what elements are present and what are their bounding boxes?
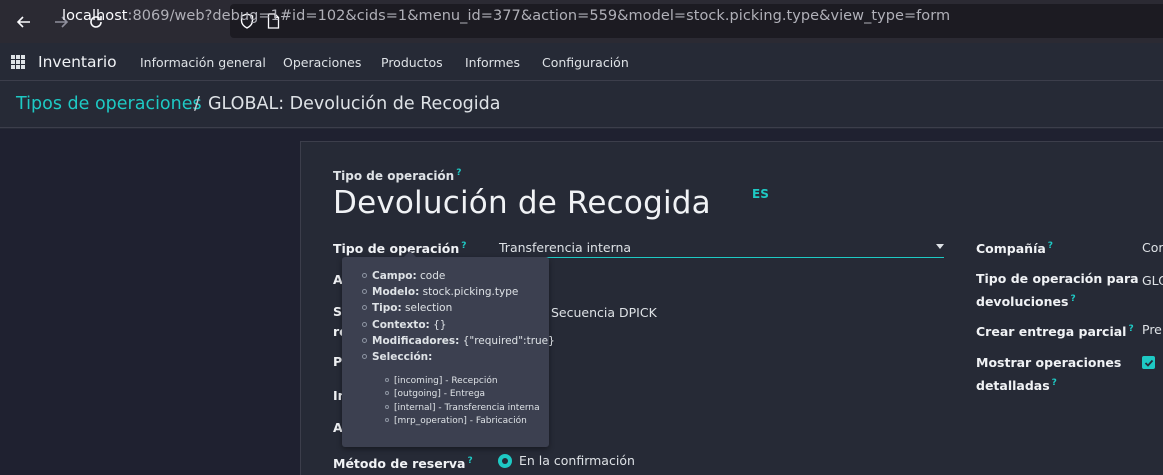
tooltip-key: Campo: — [372, 270, 417, 282]
tooltip-key: Modelo: — [372, 286, 420, 298]
tooltip-row: Tipo: selection — [362, 302, 452, 314]
reserve-value[interactable]: En la confirmación — [519, 453, 635, 468]
operation-type-label: Tipo de operación? — [333, 236, 467, 259]
company-label-text: Compañía — [976, 241, 1046, 257]
tooltip-key: Tipo: — [372, 302, 402, 314]
help-mark[interactable]: ? — [1052, 378, 1057, 388]
tooltip-option: [internal] - Transferencia interna — [385, 403, 540, 413]
browser-toolbar: localhost:8069/web?debug=1#id=102&cids=1… — [0, 0, 1163, 43]
tooltip-row: Contexto: {} — [362, 319, 446, 331]
tooltip-row: Campo: code — [362, 270, 445, 282]
partial-delivery-label: Crear entrega parcial? — [976, 319, 1134, 342]
url-path: :8069/web?debug=1#id=102&cids=1&menu_id=… — [127, 8, 951, 24]
partial-delivery-label-text: Crear entrega parcial — [976, 324, 1127, 340]
url-text[interactable]: localhost:8069/web?debug=1#id=102&cids=1… — [62, 8, 950, 24]
detailed-ops-label-line1: Mostrar operaciones — [976, 355, 1122, 370]
partial-delivery-value[interactable]: Pre — [1142, 322, 1162, 337]
tooltip-key: Selección: — [372, 351, 433, 363]
sequence-value[interactable]: Secuencia DPICK — [551, 305, 657, 320]
breadcrumb-separator: / — [194, 94, 200, 114]
tooltip-option: [mrp_operation] - Fabricación — [385, 416, 527, 426]
record-title[interactable]: Devolución de Recogida — [333, 185, 711, 221]
back-icon[interactable] — [10, 8, 38, 36]
tooltip-row: Modelo: stock.picking.type — [362, 286, 518, 298]
top-label: Tipo de operación? — [333, 168, 461, 183]
tooltip-option-text: [outgoing] - Entrega — [394, 389, 486, 399]
operation-type-select[interactable]: Transferencia interna — [499, 240, 631, 255]
help-mark[interactable]: ? — [467, 456, 472, 466]
detailed-ops-checkbox[interactable] — [1142, 356, 1155, 369]
menu-productos[interactable]: Productos — [381, 55, 443, 70]
tooltip-row: Modificadores: {"required":true} — [362, 335, 555, 347]
breadcrumb-current: GLOBAL: Devolución de Recogida — [208, 94, 501, 114]
apps-grid-icon[interactable] — [11, 55, 25, 69]
reserve-method-label-text: Método de reserva — [333, 456, 466, 472]
menu-informes[interactable]: Informes — [465, 55, 520, 70]
tooltip-option-text: [incoming] - Recepción — [394, 376, 498, 386]
tooltip-key: Contexto: — [372, 319, 430, 331]
tooltip-option: [incoming] - Recepción — [385, 376, 498, 386]
company-label: Compañía? — [976, 236, 1053, 259]
operation-type-label-text: Tipo de operación — [333, 241, 460, 257]
help-mark[interactable]: ? — [1128, 324, 1133, 334]
tooltip-option-text: [internal] - Transferencia interna — [394, 403, 540, 413]
url-host: localhost — [62, 8, 128, 24]
menu-informacion-general[interactable]: Información general — [140, 55, 266, 70]
help-mark[interactable]: ? — [1048, 241, 1053, 251]
tooltip-value: {"required":true} — [462, 335, 555, 347]
tooltip-value: stock.picking.type — [422, 286, 519, 298]
return-type-value[interactable]: GLO — [1142, 273, 1163, 288]
tooltip-value: selection — [405, 302, 453, 314]
chevron-down-icon[interactable] — [936, 244, 944, 249]
help-mark[interactable]: ? — [456, 168, 461, 178]
menu-operaciones[interactable]: Operaciones — [283, 55, 361, 70]
help-mark[interactable]: ? — [1070, 294, 1075, 304]
checkmark-icon — [1144, 359, 1153, 367]
reserve-method-label: Método de reserva? — [333, 451, 473, 474]
tooltip-row: Selección: — [362, 351, 432, 363]
company-value[interactable]: Cor — [1142, 240, 1163, 255]
top-label-text: Tipo de operación — [333, 169, 455, 183]
return-type-label-line2: devoluciones? — [976, 289, 1076, 312]
breadcrumb: Tipos de operaciones / GLOBAL: Devolució… — [0, 82, 1163, 128]
detailed-ops-label-text: detalladas — [976, 378, 1050, 394]
tooltip-key: Modificadores: — [372, 335, 460, 347]
select-underline — [498, 257, 944, 258]
reserve-radio[interactable] — [498, 454, 512, 468]
tooltip-value: {} — [433, 319, 447, 331]
tooltip-value: code — [420, 270, 446, 282]
tooltip-option: [outgoing] - Entrega — [385, 389, 485, 399]
return-type-label-text: devoluciones — [976, 294, 1069, 310]
menu-configuracion[interactable]: Configuración — [542, 55, 629, 70]
language-badge[interactable]: ES — [752, 187, 769, 201]
detailed-ops-label-line2: detalladas? — [976, 373, 1057, 396]
tooltip-option-text: [mrp_operation] - Fabricación — [394, 416, 527, 426]
return-type-label-line1: Tipo de operación para — [976, 271, 1139, 286]
help-mark[interactable]: ? — [461, 241, 466, 251]
breadcrumb-parent[interactable]: Tipos de operaciones — [16, 94, 202, 114]
app-navbar: Inventario Información general Operacion… — [0, 43, 1163, 81]
app-name[interactable]: Inventario — [38, 53, 117, 71]
